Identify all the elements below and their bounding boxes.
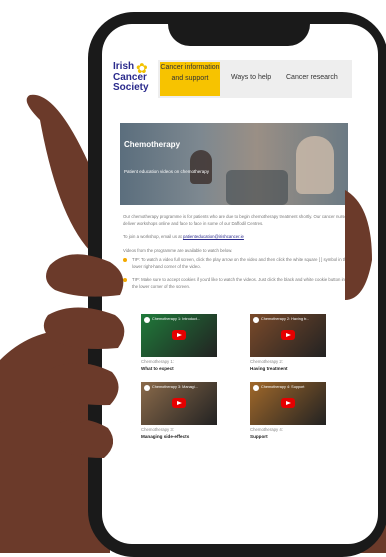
video-name[interactable]: Having treatment	[250, 366, 288, 371]
videos-intro: Videos from the programme are available …	[123, 248, 233, 253]
play-button-icon[interactable]	[172, 330, 186, 340]
video-thumbnail-2[interactable]: Chemotherapy 2: Having tr...	[250, 314, 326, 357]
bullet-icon	[123, 278, 127, 282]
video-thumb-title: Chemotherapy 4: Support	[261, 385, 305, 389]
play-button-icon[interactable]	[172, 398, 186, 408]
tip-text: TIP: Make sure to accept cookies if you'…	[132, 277, 345, 289]
phone-notch	[168, 12, 310, 46]
video-label: Chemotherapy 2:	[250, 359, 283, 364]
video-label: Chemotherapy 3:	[141, 427, 174, 432]
nav-cancer-information-and-support[interactable]: Cancer information and support	[160, 62, 220, 96]
play-button-icon[interactable]	[281, 330, 295, 340]
daffodil-icon: ✿	[136, 60, 148, 76]
tip-fullscreen: TIP: To watch a video full screen, click…	[123, 257, 351, 270]
tip-cookies: TIP: Make sure to accept cookies if you'…	[123, 277, 351, 290]
tip-text: TIP: To watch a video full screen, click…	[132, 257, 349, 269]
video-name[interactable]: What to expect	[141, 366, 174, 371]
video-thumbnail-3[interactable]: Chemotherapy 3: Managi...	[141, 382, 217, 425]
channel-avatar	[253, 317, 259, 323]
email-link[interactable]: patienteducation@irishcancer.ie	[183, 234, 244, 239]
hero-chair	[226, 170, 288, 205]
video-thumb-title: Chemotherapy 1: Introduct...	[152, 317, 201, 321]
channel-avatar	[144, 385, 150, 391]
join-text: To join a workshop, email us at	[123, 234, 183, 239]
video-name[interactable]: Managing side-effects	[141, 434, 189, 439]
channel-avatar	[144, 317, 150, 323]
video-thumbnail-1[interactable]: Chemotherapy 1: Introduct...	[141, 314, 217, 357]
nav-ways-to-help[interactable]: Ways to help	[231, 74, 271, 81]
page-subtitle: Patient education videos on chemotherapy	[124, 169, 210, 174]
page-title: Chemotherapy	[124, 140, 181, 149]
play-button-icon[interactable]	[281, 398, 295, 408]
video-label: Chemotherapy 1:	[141, 359, 174, 364]
video-thumb-title: Chemotherapy 2: Having tr...	[261, 317, 310, 321]
hero-person	[296, 136, 334, 194]
channel-avatar	[253, 385, 259, 391]
bullet-icon	[123, 258, 127, 262]
join-paragraph: To join a workshop, email us at patiente…	[123, 234, 351, 241]
video-thumb-title: Chemotherapy 3: Managi...	[152, 385, 198, 389]
hero-person	[190, 150, 212, 184]
intro-paragraph: Our chemotherapy programme is for patien…	[123, 214, 349, 226]
video-name[interactable]: Support	[250, 434, 268, 439]
nav-cancer-research[interactable]: Cancer research	[286, 74, 338, 81]
video-thumbnail-4[interactable]: Chemotherapy 4: Support	[250, 382, 326, 425]
video-label: Chemotherapy 4:	[250, 427, 283, 432]
